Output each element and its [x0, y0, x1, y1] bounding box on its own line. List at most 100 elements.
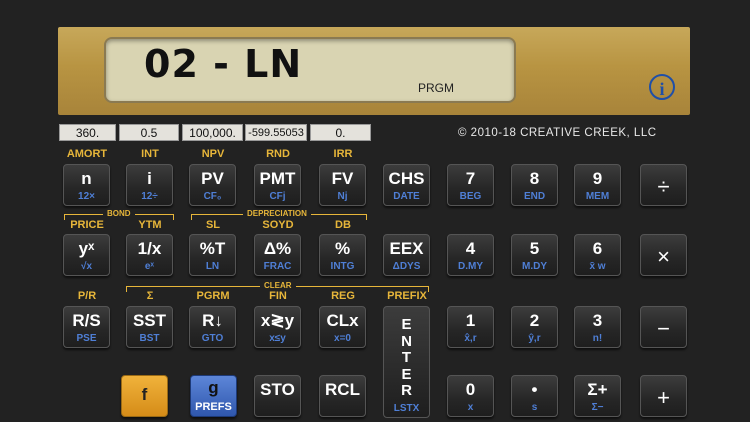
- g-shift-key[interactable]: g PREFS: [190, 375, 237, 417]
- key-label: 8: [529, 169, 540, 188]
- blue-label: x̄ w: [589, 261, 606, 272]
- key-symbol[interactable]: −: [640, 306, 687, 348]
- key-label: 3: [592, 311, 603, 330]
- key-symbol[interactable]: ÷: [640, 164, 687, 206]
- key-symbol[interactable]: Δ% FRAC: [254, 234, 301, 276]
- key-i[interactable]: i 12÷: [126, 164, 173, 206]
- key-label: n: [81, 169, 92, 188]
- blue-label: ΔDYS: [392, 261, 421, 272]
- register-display: 100,000.: [182, 124, 243, 141]
- blue-label: x≤y: [269, 333, 286, 344]
- gold-label-reg: REG: [331, 290, 355, 302]
- key-pmt[interactable]: PMT CFj: [254, 164, 301, 206]
- key-y[interactable]: yˣ √x: [63, 234, 110, 276]
- key-label: g: [208, 378, 219, 397]
- enter-letter: T: [401, 349, 412, 366]
- key-label: 4: [465, 239, 476, 258]
- gold-label-pgrm: PGRM: [196, 290, 230, 302]
- blue-label: DATE: [393, 191, 420, 202]
- key-3[interactable]: 3 n!: [574, 306, 621, 348]
- enter-key[interactable]: ENTER LSTX: [383, 306, 430, 418]
- key-2[interactable]: 2 ŷ,r: [511, 306, 558, 348]
- key-label: yˣ: [78, 239, 95, 258]
- key-label: f: [141, 385, 148, 404]
- key-label: STO: [260, 380, 295, 399]
- key-chs[interactable]: CHS DATE: [383, 164, 430, 206]
- enter-key-label: ENTER: [384, 316, 429, 400]
- key-4[interactable]: 4 D.MY: [447, 234, 494, 276]
- blue-label: INTG: [330, 261, 355, 272]
- key-symbol[interactable]: Σ+ Σ−: [574, 375, 621, 417]
- key-t[interactable]: %T LN: [189, 234, 236, 276]
- blue-label: M.DY: [522, 261, 547, 272]
- key-symbol[interactable]: % INTG: [319, 234, 366, 276]
- key-n[interactable]: n 12×: [63, 164, 110, 206]
- blue-label: MEM: [585, 191, 610, 202]
- key-clx[interactable]: CLx x=0: [319, 306, 366, 348]
- blue-label: LN: [205, 261, 220, 272]
- f-shift-key[interactable]: f: [121, 375, 168, 417]
- enter-letter: E: [401, 365, 412, 383]
- key-1-x[interactable]: 1/x eˣ: [126, 234, 173, 276]
- key-label: ×: [657, 244, 670, 269]
- key-5[interactable]: 5 M.DY: [511, 234, 558, 276]
- key-label: x≷y: [260, 311, 295, 330]
- key-0[interactable]: 0x: [447, 375, 494, 417]
- gold-label-p-r: P/R: [77, 290, 97, 302]
- gold-label-ytm: YTM: [138, 219, 162, 231]
- key-label: •: [531, 380, 538, 399]
- key-1[interactable]: 1 x̂,r: [447, 306, 494, 348]
- blue-label: 12×: [78, 191, 95, 202]
- key-x-y[interactable]: x≷y x≤y: [254, 306, 301, 348]
- key-9[interactable]: 9 MEM: [574, 164, 621, 206]
- gold-label-sl: SL: [205, 219, 221, 231]
- info-icon[interactable]: i: [649, 74, 675, 100]
- key-rcl[interactable]: RCL: [319, 375, 366, 417]
- gold-label-price: PRICE: [70, 219, 104, 231]
- blue-label: CFj: [269, 191, 286, 202]
- key-fv[interactable]: FV Nj: [319, 164, 366, 206]
- key-symbol[interactable]: +: [640, 375, 687, 417]
- key-label: 9: [592, 169, 603, 188]
- key-label: SST: [132, 311, 167, 330]
- key-7[interactable]: 7 BEG: [447, 164, 494, 206]
- blue-label: x=0: [334, 333, 351, 344]
- enter-letter: N: [401, 332, 412, 350]
- gold-label-amort: AMORT: [66, 148, 108, 160]
- register-display: -599.55053: [245, 124, 307, 141]
- blue-label: CF₀: [203, 191, 222, 202]
- blue-label: 12÷: [141, 191, 158, 202]
- key-symbol[interactable]: • s: [511, 375, 558, 417]
- key-label: ÷: [657, 174, 670, 199]
- key-6[interactable]: 6 x̄ w: [574, 234, 621, 276]
- blue-label: ŷ,r: [528, 333, 541, 344]
- gold-label-int: INT: [141, 148, 159, 160]
- gold-label-soyd: SOYD: [262, 219, 294, 231]
- key-label: %: [334, 239, 351, 258]
- key-label: 2: [529, 311, 540, 330]
- key-label: %T: [199, 239, 226, 258]
- key-label: CHS: [388, 169, 425, 188]
- blue-label: D.MY: [458, 261, 483, 272]
- key-label: FV: [331, 169, 354, 188]
- lstx-label: LSTX: [393, 403, 420, 414]
- key-eex[interactable]: EEX ΔDYS: [383, 234, 430, 276]
- key-pv[interactable]: PV CF₀: [189, 164, 236, 206]
- gold-label-db: DB: [335, 219, 351, 231]
- gold-label-symbol: Σ: [146, 290, 154, 302]
- gold-label-prefix: PREFIX: [387, 290, 427, 302]
- key-label: Σ+: [587, 380, 608, 399]
- key-r-s[interactable]: R/S PSE: [63, 306, 110, 348]
- key-label: 7: [465, 169, 476, 188]
- gold-label-fin: FIN: [269, 290, 287, 302]
- key-label: 6: [592, 239, 603, 258]
- blue-label: PSE: [76, 333, 97, 344]
- key-symbol[interactable]: ×: [640, 234, 687, 276]
- key-sto[interactable]: STO: [254, 375, 301, 417]
- blue-label: x: [467, 402, 474, 413]
- key-r[interactable]: R↓ GTO: [189, 306, 236, 348]
- key-8[interactable]: 8 END: [511, 164, 558, 206]
- key-sst[interactable]: SST BST: [126, 306, 173, 348]
- depreciation-label: DEPRECIATION: [243, 209, 311, 218]
- gold-label-irr: IRR: [333, 148, 353, 160]
